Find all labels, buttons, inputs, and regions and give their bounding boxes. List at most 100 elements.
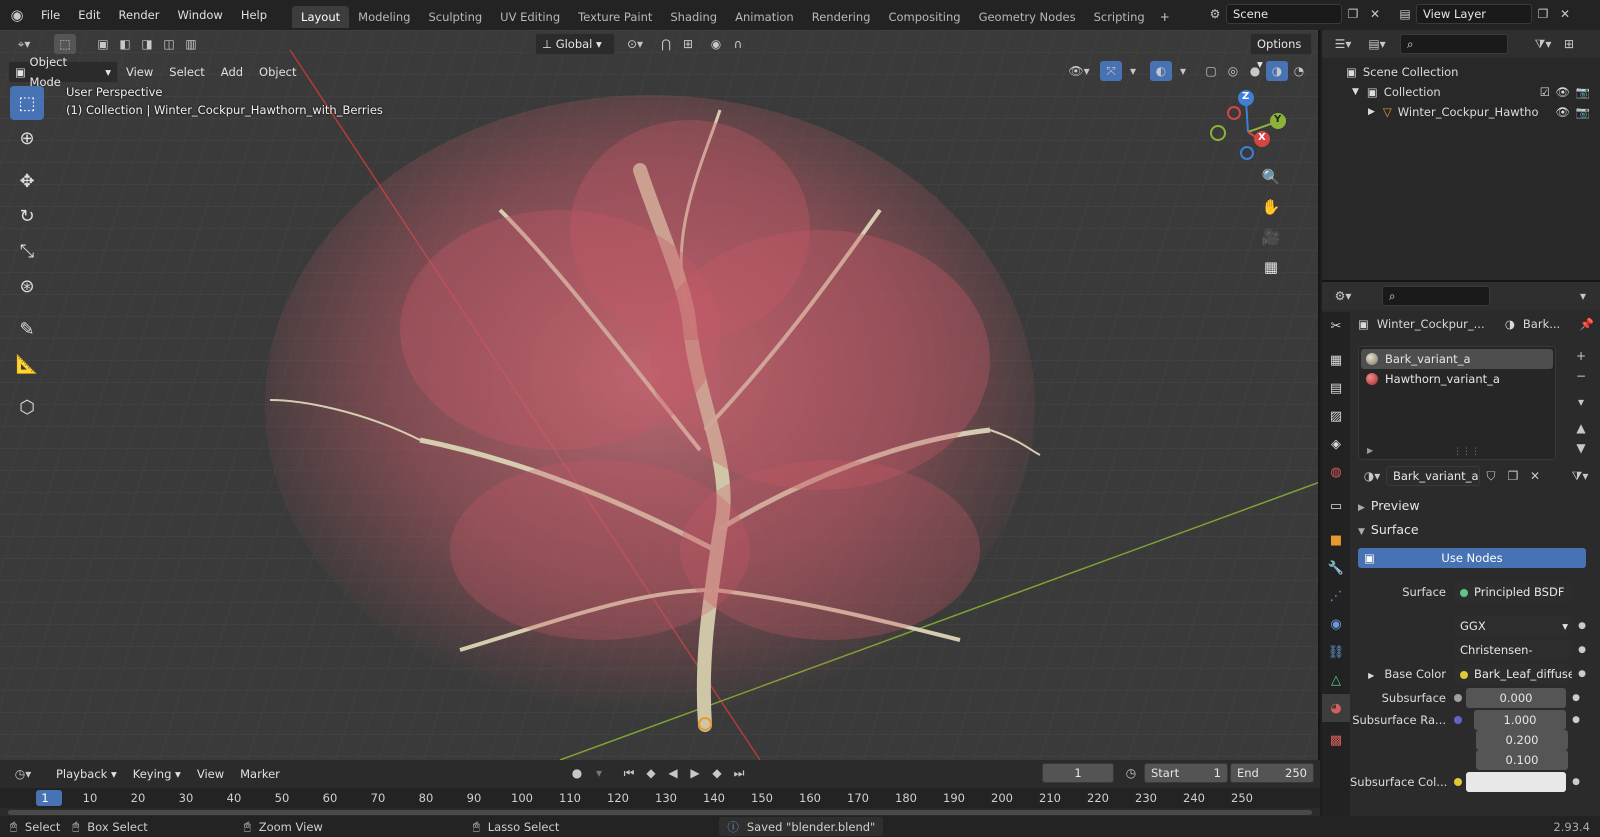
jump-end-icon[interactable]: ⏭ [728, 763, 750, 783]
menu-select[interactable]: Select [161, 61, 212, 83]
snap-target-icon[interactable]: ⊞ [677, 34, 699, 54]
menu-marker[interactable]: Marker [232, 763, 288, 785]
play-reverse-icon[interactable]: ◀ [662, 763, 684, 783]
filter-icon[interactable]: ⧩▾ [1528, 34, 1558, 54]
keying-dropdown-icon[interactable]: ▾ [588, 763, 610, 783]
keyframe-dot-icon[interactable]: ● [1570, 777, 1582, 787]
keyframe-dot-icon[interactable]: ● [1576, 669, 1588, 679]
current-frame-field[interactable]: 1 [1042, 763, 1114, 783]
keyframe-dot-icon[interactable]: ● [1570, 715, 1582, 725]
display-mode-icon[interactable]: ▤▾ [1362, 34, 1392, 54]
menu-object[interactable]: Object [251, 61, 304, 83]
outliner-editor-type-icon[interactable]: ☰▾ [1328, 34, 1358, 54]
add-slot-icon[interactable]: + [1570, 346, 1592, 366]
view-layer-icon[interactable]: ▤ [1394, 4, 1416, 24]
tab-uv-editing[interactable]: UV Editing [491, 6, 569, 28]
subsurface-color-swatch[interactable] [1466, 772, 1566, 792]
tab-animation[interactable]: Animation [726, 6, 803, 28]
end-frame-field[interactable]: End 250 [1230, 763, 1314, 783]
particles-tab-icon[interactable]: ⋰ [1322, 582, 1350, 610]
editor-type-icon[interactable]: ⌖▾ [8, 34, 40, 54]
menu-edit[interactable]: Edit [69, 0, 109, 30]
link-mode-icon[interactable]: ⧩▾ [1566, 466, 1594, 486]
menu-view[interactable]: View [118, 61, 161, 83]
camera-icon[interactable]: 🎥 [1258, 224, 1284, 250]
timeline-editor-type-icon[interactable]: ◷▾ [8, 764, 38, 784]
modifier-tab-icon[interactable]: 🔧 [1322, 554, 1350, 582]
collection-tab-icon[interactable]: ▭ [1322, 492, 1350, 520]
material-shading-icon[interactable]: ◑ [1266, 61, 1288, 81]
add-cube-tool-icon[interactable]: ⬡ [10, 390, 44, 424]
delete-view-layer-icon[interactable]: ✕ [1554, 4, 1576, 24]
tab-scripting[interactable]: Scripting [1085, 6, 1154, 28]
annotate-tool-icon[interactable]: ✎ [10, 312, 44, 346]
list-resize-handle[interactable]: ⋮⋮⋮ [1453, 447, 1480, 457]
world-tab-icon[interactable]: ◍ [1322, 458, 1350, 486]
menu-window[interactable]: Window [168, 0, 231, 30]
play-icon[interactable]: ▶ [684, 763, 706, 783]
menu-timeline-view[interactable]: View [189, 763, 232, 785]
expand-arrow-icon[interactable]: ▼ [1352, 82, 1359, 102]
outliner-row-object[interactable]: ▶ ▽ Winter_Cockpur_Hawtho 👁 📷 [1322, 102, 1600, 122]
subsurface-radius-x[interactable]: 1.000 [1474, 710, 1566, 730]
scene-selector-icon[interactable]: ⚙ [1204, 4, 1226, 24]
select-mode-invert-icon[interactable]: ◫ [158, 34, 180, 54]
new-view-layer-icon[interactable]: ❐ [1532, 4, 1554, 24]
select-box-tool-icon[interactable]: ⬚ [10, 86, 44, 120]
measure-tool-icon[interactable]: 📐 [10, 347, 44, 381]
subsurface-slider[interactable]: 0.000 [1466, 688, 1566, 708]
object-tab-icon[interactable]: ■ [1322, 526, 1350, 554]
start-frame-field[interactable]: Start 1 [1144, 763, 1228, 783]
data-tab-icon[interactable]: △ [1322, 666, 1350, 694]
material-slot[interactable]: Bark_variant_a [1361, 349, 1553, 369]
pivot-point-icon[interactable]: ⊙▾ [619, 34, 651, 54]
pin-icon[interactable]: 📌 [1580, 317, 1594, 331]
outliner-search-input[interactable]: ⌕ [1400, 34, 1508, 54]
gizmo-toggle-icon[interactable]: ⤧ [1100, 61, 1122, 81]
menu-playback[interactable]: Playback ▾ [48, 763, 125, 785]
subsurface-radius-y[interactable]: 0.200 [1476, 730, 1568, 750]
perspective-grid-icon[interactable]: ▦ [1258, 254, 1284, 280]
keyframe-dot-icon[interactable]: ● [1576, 621, 1588, 631]
properties-options-icon[interactable]: ▾ [1572, 286, 1594, 306]
rendered-shading-icon[interactable]: ◔ [1288, 61, 1310, 81]
slot-specials-icon[interactable]: ▾ [1570, 392, 1592, 412]
outliner-row-scene-collection[interactable]: ▣ Scene Collection [1322, 62, 1600, 82]
jump-start-icon[interactable]: ⏮ [618, 763, 640, 783]
solid-shading-icon[interactable]: ● [1244, 61, 1266, 81]
tab-shading[interactable]: Shading [661, 6, 726, 28]
use-nodes-button[interactable]: ▣ Use Nodes [1358, 548, 1586, 568]
tab-rendering[interactable]: Rendering [803, 6, 880, 28]
keyframe-dot-icon[interactable]: ● [1576, 645, 1588, 655]
texture-tab-icon[interactable]: ▩ [1322, 726, 1350, 754]
remove-slot-icon[interactable]: − [1570, 366, 1592, 386]
physics-tab-icon[interactable]: ◉ [1322, 610, 1350, 638]
move-slot-up-icon[interactable]: ▲ [1570, 418, 1592, 438]
tab-layout[interactable]: Layout [292, 6, 350, 28]
list-expand-icon[interactable]: ▶ [1367, 446, 1373, 455]
menu-render[interactable]: Render [110, 0, 169, 30]
scale-tool-icon[interactable]: ⤡ [10, 234, 44, 268]
pan-hand-icon[interactable]: ✋ [1258, 194, 1284, 220]
menu-keying[interactable]: Keying ▾ [125, 763, 189, 785]
eye-icon[interactable]: 👁 [1555, 82, 1570, 102]
render-tab-icon[interactable]: ▦ [1322, 346, 1350, 374]
snap-icon[interactable]: ⋂ [655, 34, 677, 54]
overlay-toggle-icon[interactable]: ◐ [1150, 61, 1172, 81]
overlay-dropdown-icon[interactable]: ▾ [1172, 61, 1194, 81]
surface-panel-header[interactable]: ▼ Surface [1358, 518, 1594, 542]
scene-tab-icon[interactable]: ◈ [1322, 430, 1350, 458]
frame-ruler[interactable]: 1 10 20 30 40 50 60 70 80 90 100 110 120 130 140 150 160… [0, 788, 1320, 808]
surface-shader-field[interactable]: Principled BSDF [1454, 582, 1572, 602]
properties-search-input[interactable]: ⌕ [1382, 286, 1490, 306]
output-tab-icon[interactable]: ▤ [1322, 374, 1350, 402]
view-layer-field[interactable]: View Layer [1416, 4, 1532, 24]
properties-editor-type-icon[interactable]: ⚙▾ [1328, 286, 1358, 306]
new-collection-icon[interactable]: ⊞ [1558, 34, 1580, 54]
cursor-tool-icon[interactable]: ⊕ [10, 121, 44, 155]
timeline-scrollbar[interactable] [8, 810, 1312, 815]
material-slot[interactable]: Hawthorn_variant_a [1361, 369, 1553, 389]
add-workspace-icon[interactable]: + [1154, 7, 1176, 27]
gizmo-dropdown-icon[interactable]: ▾ [1122, 61, 1144, 81]
material-name-field[interactable]: Bark_variant_a [1386, 466, 1480, 486]
